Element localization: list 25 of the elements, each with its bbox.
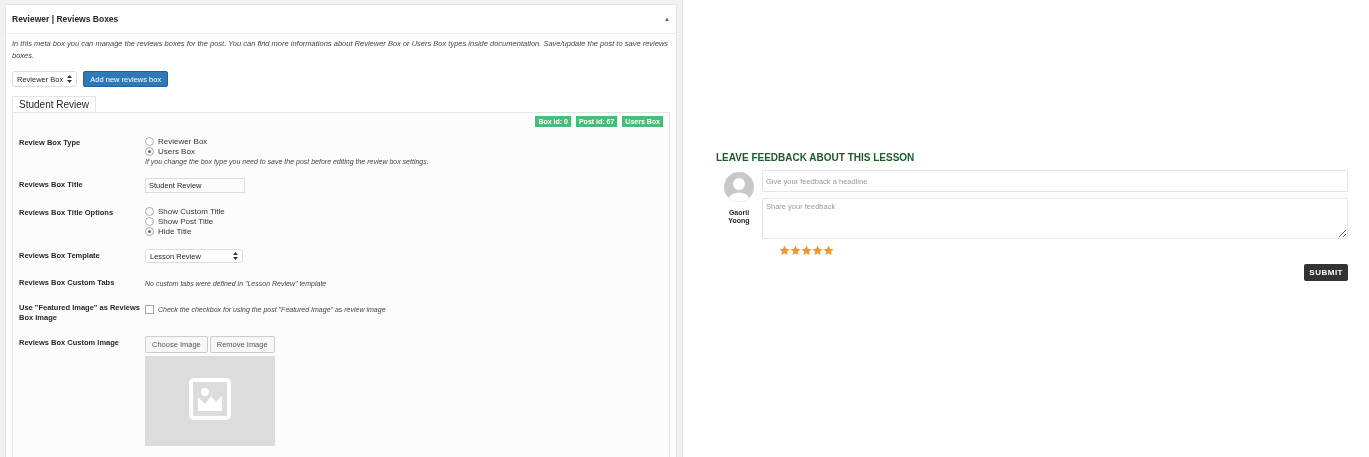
checkbox[interactable]: [145, 304, 154, 314]
star-icon: [801, 245, 812, 256]
star-icon: [790, 245, 801, 256]
radio-label: Reviewer Box: [158, 136, 208, 146]
radio-button[interactable]: [145, 136, 154, 146]
radio-button[interactable]: [145, 216, 154, 226]
star-icon: [823, 245, 834, 256]
radio-button[interactable]: [145, 226, 154, 236]
radio-button[interactable]: [145, 146, 154, 156]
feedback-heading: LEAVE FEEDBACK ABOUT THIS LESSON: [716, 152, 916, 163]
submit-button[interactable]: SUBMIT: [1304, 264, 1348, 281]
box-tab[interactable]: Student Review: [12, 96, 97, 112]
select-arrows-icon: [233, 252, 238, 260]
radio-label: Show Custom Title: [158, 206, 225, 216]
select-arrows-icon: [67, 75, 73, 83]
avatar-icon: [724, 172, 754, 202]
radio-label: Hide Title: [158, 226, 192, 236]
radio-label: Users Box: [158, 146, 195, 156]
star-icon: [779, 245, 790, 256]
image-icon: [189, 378, 231, 420]
radio-label: Show Post Title: [158, 216, 214, 226]
star-icon: [812, 245, 823, 256]
star-rating[interactable]: [779, 245, 834, 256]
metabox-title: Reviewer | Reviews Boxes: [12, 14, 119, 24]
radio-button[interactable]: [145, 206, 154, 216]
